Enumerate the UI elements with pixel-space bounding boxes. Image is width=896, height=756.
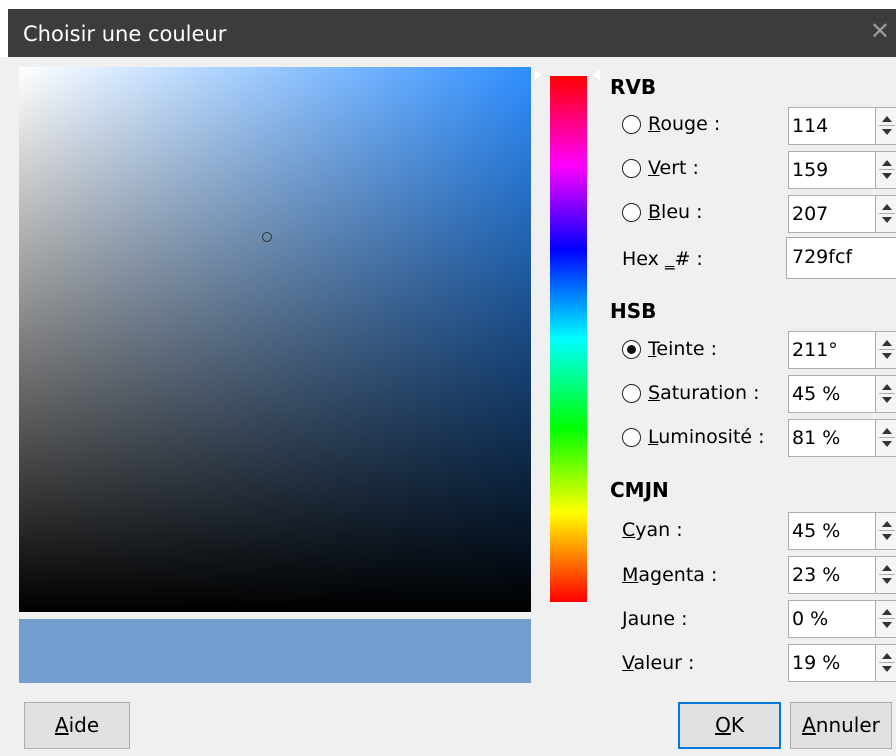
radio-saturation[interactable] xyxy=(622,384,641,403)
cmyk-key-spinbox[interactable]: 19 % xyxy=(788,644,896,682)
spin-down-icon[interactable] xyxy=(882,353,892,359)
cmyk-magenta-spinbox[interactable]: 23 % xyxy=(788,556,896,594)
dialog-title: Choisir une couleur xyxy=(23,22,227,46)
hsb-saturation-spinbox[interactable]: 45 % xyxy=(788,375,896,413)
spin-up-icon[interactable] xyxy=(882,204,892,210)
rgb-red-spinbox[interactable]: 114 xyxy=(788,107,896,145)
hex-input[interactable]: 729fcf xyxy=(786,237,896,279)
spin-up-icon[interactable] xyxy=(882,116,892,122)
section-cmyk-heading: CMJN xyxy=(610,478,669,502)
ok-button[interactable]: OK xyxy=(678,702,781,749)
cmyk-yellow-label: Jaune : xyxy=(622,608,688,630)
hsb-saturation-label: Saturation : xyxy=(648,382,760,404)
rgb-red-label: Rouge : xyxy=(648,113,721,135)
hsb-saturation-spin-buttons[interactable] xyxy=(875,376,896,412)
rgb-green-value[interactable]: 159 xyxy=(792,159,828,181)
cmyk-cyan-label: Cyan : xyxy=(622,519,683,541)
rgb-green-spin-buttons[interactable] xyxy=(875,152,896,188)
saturation-brightness-field[interactable] xyxy=(19,67,531,612)
spin-down-icon[interactable] xyxy=(882,217,892,223)
radio-blue[interactable] xyxy=(622,203,641,222)
spin-up-icon[interactable] xyxy=(882,384,892,390)
cmyk-yellow-spin-buttons[interactable] xyxy=(875,601,896,637)
spin-up-icon[interactable] xyxy=(882,428,892,434)
spin-up-icon[interactable] xyxy=(882,160,892,166)
spin-up-icon[interactable] xyxy=(882,521,892,527)
spin-down-icon[interactable] xyxy=(882,578,892,584)
spin-up-icon[interactable] xyxy=(882,565,892,571)
close-icon[interactable]: ✕ xyxy=(870,19,890,43)
rgb-blue-spin-buttons[interactable] xyxy=(875,196,896,232)
hsb-hue-label: Teinte : xyxy=(648,338,717,360)
cmyk-magenta-spin-buttons[interactable] xyxy=(875,557,896,593)
cmyk-yellow-spinbox[interactable]: 0 % xyxy=(788,600,896,638)
hsb-hue-spin-buttons[interactable] xyxy=(875,332,896,368)
color-preview xyxy=(19,619,531,683)
spin-down-icon[interactable] xyxy=(882,397,892,403)
rgb-green-label: Vert : xyxy=(648,157,699,179)
cmyk-key-spin-buttons[interactable] xyxy=(875,645,896,681)
rgb-green-spinbox[interactable]: 159 xyxy=(788,151,896,189)
title-bar-background: Choisir une couleur ✕ xyxy=(8,9,896,57)
field-cursor-icon[interactable] xyxy=(262,232,272,242)
cmyk-magenta-value[interactable]: 23 % xyxy=(792,564,840,586)
spin-down-icon[interactable] xyxy=(882,441,892,447)
spin-down-icon[interactable] xyxy=(882,173,892,179)
spin-down-icon[interactable] xyxy=(882,129,892,135)
help-button[interactable]: Aide xyxy=(24,702,130,749)
hue-slider-left-arrow-icon[interactable] xyxy=(535,70,542,80)
cancel-button[interactable]: Annuler xyxy=(790,702,892,749)
title-bar: Choisir une couleur ✕ xyxy=(0,0,896,57)
section-rgb-heading: RVB xyxy=(610,75,657,99)
cmyk-cyan-value[interactable]: 45 % xyxy=(792,520,840,542)
hue-slider[interactable] xyxy=(550,76,587,602)
cmyk-magenta-label: Magenta : xyxy=(622,564,718,586)
spin-down-icon[interactable] xyxy=(882,534,892,540)
hex-value[interactable]: 729fcf xyxy=(792,246,852,268)
cmyk-key-value[interactable]: 19 % xyxy=(792,652,840,674)
hex-label: Hex _# : xyxy=(622,248,703,270)
hsb-brightness-spinbox[interactable]: 81 % xyxy=(788,419,896,457)
hsb-brightness-spin-buttons[interactable] xyxy=(875,420,896,456)
spin-up-icon[interactable] xyxy=(882,653,892,659)
rgb-blue-value[interactable]: 207 xyxy=(792,203,828,225)
hsb-hue-value[interactable]: 211° xyxy=(792,339,838,361)
cmyk-yellow-value[interactable]: 0 % xyxy=(792,608,828,630)
hsb-brightness-value[interactable]: 81 % xyxy=(792,427,840,449)
hsb-brightness-label: Luminosité : xyxy=(648,426,765,448)
rgb-blue-label: Bleu : xyxy=(648,201,703,223)
section-hsb-heading: HSB xyxy=(610,299,657,323)
rgb-blue-spinbox[interactable]: 207 xyxy=(788,195,896,233)
cmyk-key-label: Valeur : xyxy=(622,652,695,674)
radio-brightness[interactable] xyxy=(622,428,641,447)
radio-red[interactable] xyxy=(622,115,641,134)
radio-green[interactable] xyxy=(622,159,641,178)
cmyk-cyan-spinbox[interactable]: 45 % xyxy=(788,512,896,550)
hue-slider-right-arrow-icon[interactable] xyxy=(593,70,600,80)
cmyk-cyan-spin-buttons[interactable] xyxy=(875,513,896,549)
rgb-red-value[interactable]: 114 xyxy=(792,115,828,137)
hsb-hue-spinbox[interactable]: 211° xyxy=(788,331,896,369)
rgb-red-spin-buttons[interactable] xyxy=(875,108,896,144)
spin-up-icon[interactable] xyxy=(882,609,892,615)
radio-hue[interactable] xyxy=(622,340,641,359)
spin-down-icon[interactable] xyxy=(882,666,892,672)
hsb-saturation-value[interactable]: 45 % xyxy=(792,383,840,405)
spin-up-icon[interactable] xyxy=(882,340,892,346)
spin-down-icon[interactable] xyxy=(882,622,892,628)
